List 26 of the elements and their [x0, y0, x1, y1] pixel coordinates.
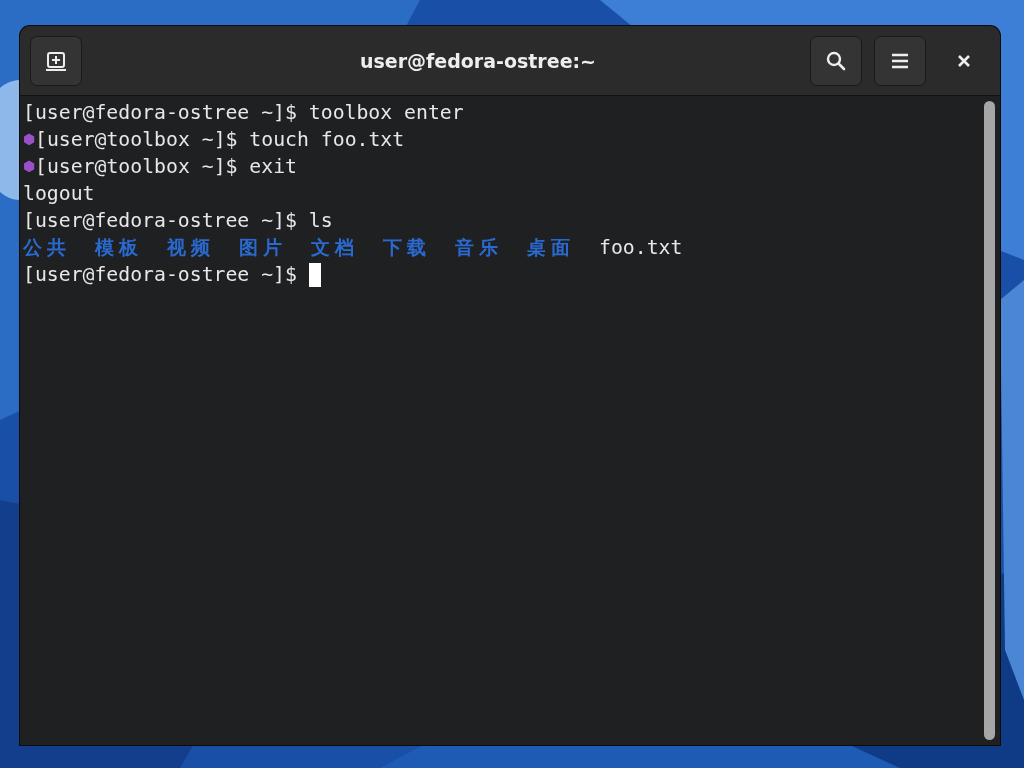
- new-tab-icon: [45, 49, 67, 72]
- terminal-line: [user@toolbox ~]$ touch foo.txt: [35, 127, 405, 153]
- terminal-line: [user@fedora-ostree ~]$ toolbox enter: [23, 100, 464, 126]
- directory-name: 图片: [239, 235, 287, 260]
- toolbox-marker: ⬢: [23, 130, 35, 149]
- directory-name: 公共: [23, 235, 71, 260]
- scrollbar-thumb[interactable]: [983, 101, 995, 740]
- close-icon: [957, 53, 971, 68]
- menu-icon: [891, 52, 909, 69]
- search-icon: [825, 49, 847, 72]
- toolbox-marker: ⬢: [23, 157, 35, 176]
- directory-name: 下载: [383, 235, 431, 260]
- directory-name: 桌面: [527, 235, 575, 260]
- new-tab-button[interactable]: [30, 35, 82, 86]
- directory-name: 视频: [167, 235, 215, 260]
- file-name: foo.txt: [599, 235, 683, 261]
- terminal-line: [user@fedora-ostree ~]$: [23, 262, 298, 288]
- directory-name: 模板: [95, 235, 143, 260]
- search-button[interactable]: [810, 35, 862, 86]
- window-title: user@fedora-ostree:~: [358, 49, 598, 72]
- terminal-line: [user@fedora-ostree ~]$ ls: [23, 208, 333, 234]
- directory-name: 音乐: [455, 235, 503, 260]
- menu-button[interactable]: [874, 35, 926, 86]
- terminal-line: [user@toolbox ~]$ exit: [35, 154, 297, 180]
- directory-name: 文档: [311, 235, 359, 260]
- terminal-line: logout: [23, 181, 95, 207]
